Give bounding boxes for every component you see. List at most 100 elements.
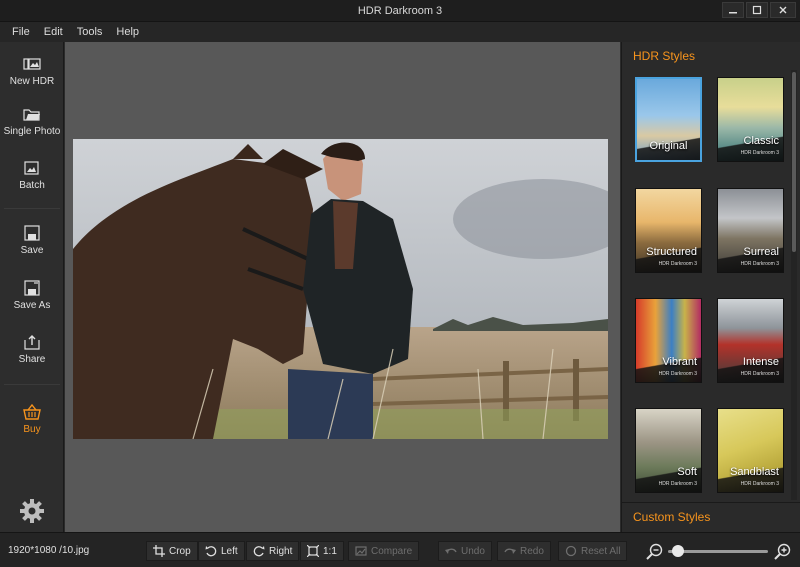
batch-label: Batch [19,180,45,191]
style-watermark: HDR Darkroom 3 [658,371,697,377]
image-canvas[interactable] [65,42,620,532]
style-watermark: HDR Darkroom 3 [740,150,779,156]
menu-file[interactable]: File [12,26,30,38]
style-sandblast[interactable]: Sandblast HDR Darkroom 3 [717,408,784,493]
rotate-right-label: Right [269,545,293,557]
style-original[interactable]: Original [635,77,702,162]
minimize-button[interactable] [722,2,744,18]
window-title: HDR Darkroom 3 [357,4,443,17]
crop-icon [153,545,165,557]
hdr-styles-header: HDR Styles [633,49,696,63]
sidebar: New HDR Single Photo Batch Save Save As [0,42,64,532]
folder-icon [23,109,40,121]
save-button[interactable]: Save [0,225,64,256]
sidebar-divider [4,384,60,385]
rotate-left-icon [205,546,217,557]
title-bar: HDR Darkroom 3 [0,0,800,22]
menu-bar: File Edit Tools Help [0,22,800,42]
basket-icon [23,404,41,420]
reset-all-label: Reset All [581,545,621,557]
share-button[interactable]: Share [0,334,64,365]
styles-panel: HDR Styles Original Classic HDR Darkroom… [621,42,800,532]
save-as-icon [24,280,40,296]
share-label: Share [18,354,46,365]
crop-label: Crop [169,545,191,557]
fit-icon [307,545,319,557]
rotate-left-label: Left [221,545,238,557]
zoom-out-icon[interactable] [646,543,664,561]
redo-button[interactable]: Redo [497,541,551,561]
save-as-label: Save As [13,300,51,311]
new-hdr-icon [23,58,41,70]
new-hdr-button[interactable]: New HDR [0,56,64,87]
style-watermark: HDR Darkroom 3 [740,371,779,377]
style-name: Soft [677,466,697,478]
image-info: 1920*1080 /10.jpg [8,545,90,556]
close-icon [779,6,787,14]
style-name: Vibrant [662,356,697,368]
zoom-control [646,541,796,561]
style-classic[interactable]: Classic HDR Darkroom 3 [717,77,784,162]
compare-button[interactable]: Compare [348,541,420,561]
sidebar-divider [4,208,60,209]
style-vibrant[interactable]: Vibrant HDR Darkroom 3 [635,298,702,383]
rotate-right-icon [253,546,265,557]
rotate-left-button[interactable]: Left [198,541,245,561]
undo-label: Undo [461,545,485,557]
undo-button[interactable]: Undo [438,541,492,561]
compare-icon [355,546,367,556]
menu-help[interactable]: Help [116,26,139,38]
minimize-icon [729,12,737,14]
maximize-button[interactable] [746,2,768,18]
buy-label: Buy [23,424,41,435]
bottom-toolbar: 1920*1080 /10.jpg Crop Left Right 1:1 Co… [0,532,800,567]
style-name: Original [649,140,688,152]
redo-icon [504,548,516,554]
close-button[interactable] [770,2,796,18]
new-hdr-label: New HDR [9,76,55,87]
preview-photo [73,139,608,439]
window-controls [722,2,796,18]
crop-button[interactable]: Crop [146,541,198,561]
menu-tools[interactable]: Tools [77,26,103,38]
menu-edit[interactable]: Edit [44,26,63,38]
save-as-button[interactable]: Save As [0,280,64,311]
single-photo-label: Single Photo [3,126,61,137]
style-watermark: HDR Darkroom 3 [658,261,697,267]
gear-icon [20,499,44,523]
style-name: Intense [742,356,779,368]
panel-divider [622,502,800,503]
style-name: Structured [646,246,697,258]
undo-icon [445,548,457,554]
reset-icon [565,545,577,557]
batch-icon [24,161,39,175]
save-icon [24,225,40,241]
compare-label: Compare [371,545,413,557]
custom-styles-header[interactable]: Custom Styles [633,510,710,524]
style-surreal[interactable]: Surreal HDR Darkroom 3 [717,188,784,273]
style-watermark: HDR Darkroom 3 [740,481,779,487]
rotate-right-button[interactable]: Right [246,541,300,561]
redo-label: Redo [520,545,544,557]
style-watermark: HDR Darkroom 3 [740,261,779,267]
single-photo-button[interactable]: Single Photo [0,106,64,137]
batch-button[interactable]: Batch [0,160,64,191]
reset-all-button[interactable]: Reset All [558,541,628,561]
actual-size-label: 1:1 [323,545,337,557]
settings-button[interactable] [0,498,64,524]
style-intense[interactable]: Intense HDR Darkroom 3 [717,298,784,383]
actual-size-button[interactable]: 1:1 [300,541,344,561]
zoom-in-icon[interactable] [774,543,792,561]
style-soft[interactable]: Soft HDR Darkroom 3 [635,408,702,493]
zoom-slider-handle[interactable] [672,545,684,557]
style-structured[interactable]: Structured HDR Darkroom 3 [635,188,702,273]
style-watermark: HDR Darkroom 3 [658,481,697,487]
save-label: Save [20,245,44,256]
style-name: Surreal [743,246,779,258]
style-name: Sandblast [730,466,779,478]
maximize-icon [752,5,762,15]
styles-scroll-thumb[interactable] [792,72,796,252]
buy-button[interactable]: Buy [0,404,64,435]
style-name: Classic [743,135,779,147]
share-icon [24,335,40,350]
